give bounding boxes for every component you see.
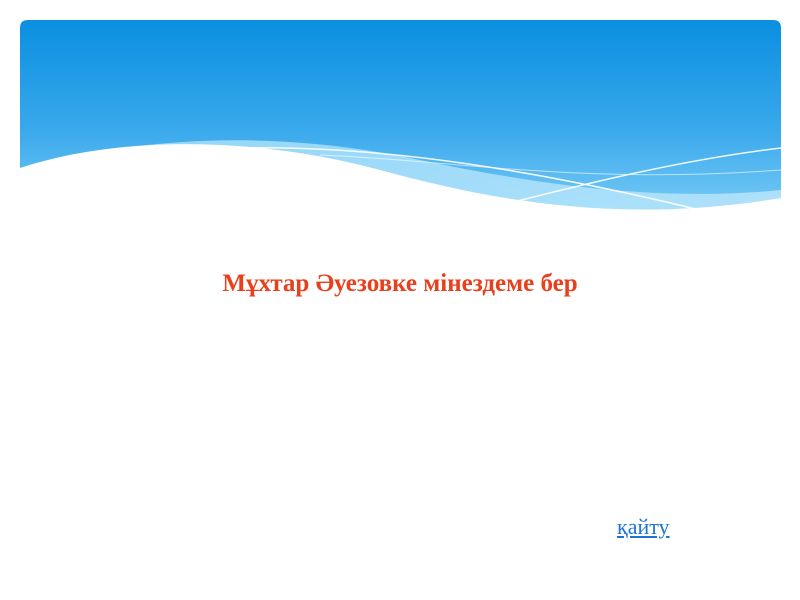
wave-graphic: [20, 20, 781, 225]
slide: Мұхтар Әуезовке мінездеме бер қайту: [0, 0, 800, 600]
header-wave-banner: [20, 20, 781, 225]
slide-title: Мұхтар Әуезовке мінездеме бер: [222, 270, 578, 297]
back-link[interactable]: қайту: [617, 512, 670, 542]
